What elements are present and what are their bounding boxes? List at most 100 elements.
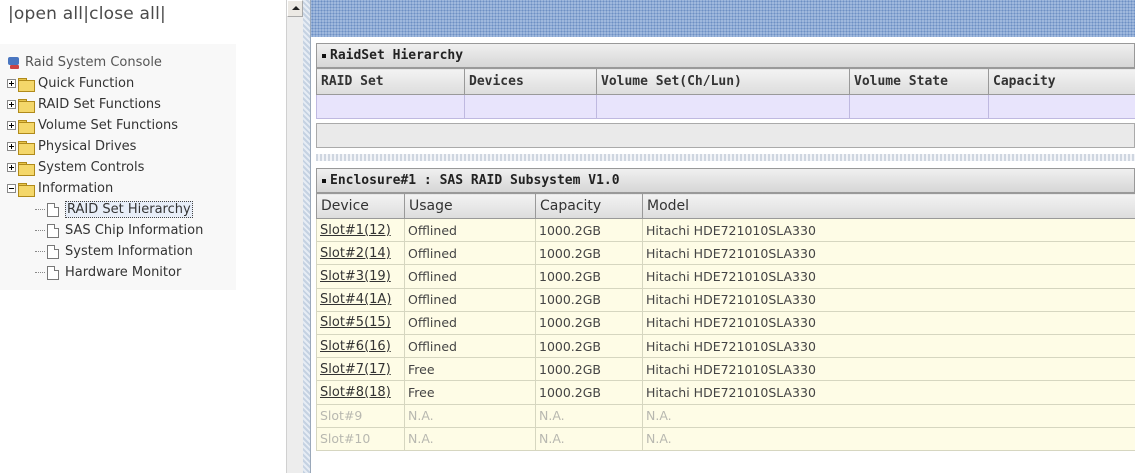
column-header: Capacity	[988, 68, 1135, 95]
model-cell: Hitachi HDE721010SLA330	[642, 310, 1135, 335]
tree-item-sas-chip-information[interactable]: SAS Chip Information	[7, 220, 236, 241]
model-cell: Hitachi HDE721010SLA330	[642, 380, 1135, 405]
expand-icon[interactable]	[7, 142, 16, 151]
tree-item-label: RAID Set Hierarchy	[65, 201, 193, 218]
folder-icon	[18, 161, 35, 176]
expand-icon[interactable]	[7, 163, 16, 172]
table-row: Slot#7(17) Free 1000.2GB Hitachi HDE721010S…	[316, 357, 1135, 382]
slot-link[interactable]: Slot#7(17)	[316, 357, 405, 382]
tree-item-label: System Information	[65, 244, 193, 259]
bullet-icon	[322, 53, 326, 58]
slot-link[interactable]: Slot#1(12)	[316, 217, 405, 243]
table-row: Slot#6(16) Offlined 1000.2GB Hitachi HDE721…	[316, 333, 1135, 359]
column-header: RAID Set	[316, 68, 465, 95]
model-cell: Hitachi HDE721010SLA330	[642, 333, 1135, 359]
table-row: Slot#4(1A) Offlined 1000.2GB Hitachi HDE721…	[316, 287, 1135, 312]
slot-link[interactable]: Slot#5(15)	[316, 310, 405, 335]
model-cell: N.A.	[642, 426, 1135, 451]
page-icon	[47, 202, 59, 217]
enclosure-table: Device Usage Capacity Model Slot#1(12) Of…	[316, 193, 1135, 451]
tree-folder-physical-drives[interactable]: Physical Drives	[7, 136, 236, 157]
capacity-cell: 1000.2GB	[535, 241, 643, 266]
folder-icon	[18, 77, 35, 92]
model-cell: Hitachi HDE721010SLA330	[642, 217, 1135, 243]
expand-icon[interactable]	[7, 79, 16, 88]
page-icon	[47, 244, 59, 259]
navigation-frame: |open all|close all| Raid System Console…	[0, 0, 303, 473]
usage-cell: Offlined	[404, 333, 536, 359]
open-folder-icon	[18, 182, 35, 197]
usage-cell: Free	[404, 380, 536, 405]
folder-icon	[18, 119, 35, 134]
usage-cell: Offlined	[404, 217, 536, 243]
column-header: Devices	[464, 68, 597, 95]
column-header: Capacity	[535, 193, 643, 219]
table-row: Slot#2(14) Offlined 1000.2GB Hitachi HDE721…	[316, 241, 1135, 266]
tree-item-raid-set-hierarchy[interactable]: RAID Set Hierarchy	[7, 199, 236, 220]
tree-toolbar: |open all|close all|	[0, 0, 286, 36]
slot-link[interactable]: Slot#6(16)	[316, 333, 405, 359]
table-row: Slot#8(18) Free 1000.2GB Hitachi HDE721010S…	[316, 380, 1135, 405]
column-header: Usage	[404, 193, 536, 219]
frame-splitter[interactable]	[303, 0, 311, 473]
tree-folder-quick-function[interactable]: Quick Function	[7, 73, 236, 94]
tree-folder-information[interactable]: Information	[7, 178, 236, 199]
column-header: Volume Set(Ch/Lun)	[596, 68, 850, 95]
capacity-cell: N.A.	[535, 426, 643, 451]
capacity-cell: 1000.2GB	[535, 287, 643, 312]
tree-folder-label: Information	[38, 181, 114, 196]
capacity-cell: 1000.2GB	[535, 217, 643, 243]
slot-link[interactable]: Slot#3(19)	[316, 264, 405, 289]
table-row: Slot#9 N.A. N.A. N.A.	[316, 403, 1135, 428]
enclosure-title: Enclosure#1 : SAS RAID Subsystem V1.0	[330, 173, 620, 188]
capacity-cell: 1000.2GB	[535, 380, 643, 405]
tree-folder-volume-set-functions[interactable]: Volume Set Functions	[7, 115, 236, 136]
tree-folder-label: Physical Drives	[38, 139, 137, 154]
tree-item-hardware-monitor[interactable]: Hardware Monitor	[7, 262, 236, 283]
usage-cell: Offlined	[404, 264, 536, 289]
tree-item-label: SAS Chip Information	[65, 223, 204, 238]
main-content: RaidSet Hierarchy RAID Set Devices Volum…	[311, 37, 1135, 473]
tree-item-label: Hardware Monitor	[65, 265, 182, 280]
capacity-cell: 1000.2GB	[535, 310, 643, 335]
slot-link[interactable]: Slot#2(14)	[316, 241, 405, 266]
scroll-up-button[interactable]	[287, 0, 303, 17]
table-row: Slot#1(12) Offlined 1000.2GB Hitachi HDE721…	[316, 217, 1135, 243]
tree-folder-label: Volume Set Functions	[38, 118, 179, 133]
header-banner	[311, 0, 1135, 37]
capacity-cell: 1000.2GB	[535, 264, 643, 289]
tree-folder-raid-set-functions[interactable]: RAID Set Functions	[7, 94, 236, 115]
slot-link[interactable]: Slot#4(1A)	[316, 287, 405, 312]
raidset-panel-title: RaidSet Hierarchy	[316, 43, 1135, 68]
open-all-link[interactable]: |open all	[8, 4, 83, 24]
usage-cell: Free	[404, 357, 536, 382]
model-cell: Hitachi HDE721010SLA330	[642, 357, 1135, 382]
tree-item-system-information[interactable]: System Information	[7, 241, 236, 262]
section-separator	[316, 154, 1135, 161]
tree-folder-label: Quick Function	[38, 76, 135, 91]
raidset-footer-bar	[316, 123, 1135, 148]
slot-link: Slot#9	[316, 403, 405, 428]
tree-folder-system-controls[interactable]: System Controls	[7, 157, 236, 178]
close-all-link[interactable]: |close all|	[83, 4, 166, 24]
folder-icon	[18, 98, 35, 113]
tree-folder-label: System Controls	[38, 160, 145, 175]
raidset-table: RAID Set Devices Volume Set(Ch/Lun) Volu…	[316, 68, 1135, 119]
nav-scrollbar[interactable]	[286, 0, 303, 473]
slot-link: Slot#10	[316, 426, 405, 451]
page-icon	[47, 265, 59, 280]
expand-icon[interactable]	[7, 100, 16, 109]
folder-icon	[18, 140, 35, 155]
navigation-tree: Raid System Console Quick Function RAID …	[0, 44, 236, 290]
enclosure-panel-title: Enclosure#1 : SAS RAID Subsystem V1.0	[316, 168, 1135, 193]
usage-cell: N.A.	[404, 403, 536, 428]
slot-link[interactable]: Slot#8(18)	[316, 380, 405, 405]
bullet-icon	[322, 178, 326, 183]
expand-icon[interactable]	[7, 121, 16, 130]
table-row: Slot#10 N.A. N.A. N.A.	[316, 426, 1135, 451]
model-cell: Hitachi HDE721010SLA330	[642, 287, 1135, 312]
collapse-icon[interactable]	[7, 184, 16, 193]
model-cell: Hitachi HDE721010SLA330	[642, 264, 1135, 289]
page-icon	[47, 223, 59, 238]
tree-root[interactable]: Raid System Console	[7, 52, 236, 73]
